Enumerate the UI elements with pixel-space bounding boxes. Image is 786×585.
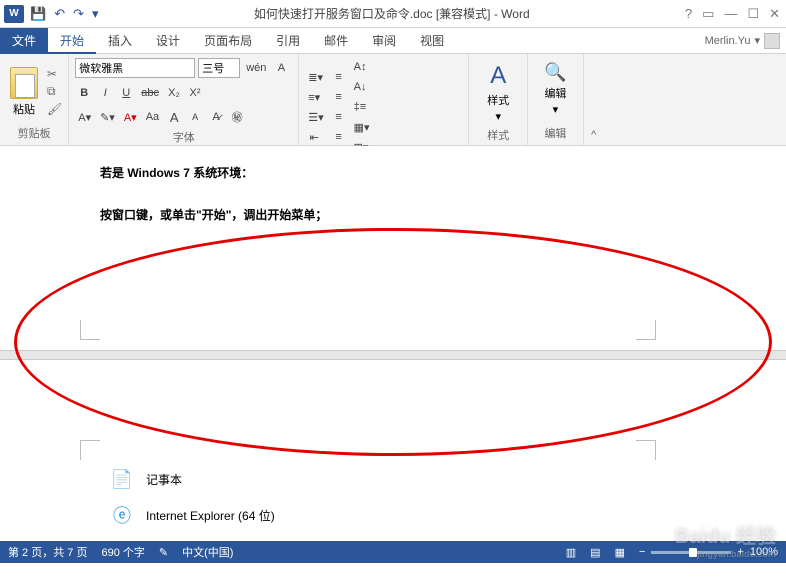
maximize-icon[interactable]: ☐ xyxy=(747,6,759,22)
user-name: Merlin.Yu xyxy=(705,35,751,47)
superscript-button[interactable]: X² xyxy=(186,84,204,102)
cut-icon[interactable]: ✂ xyxy=(47,67,62,81)
tab-mail[interactable]: 邮件 xyxy=(312,28,360,54)
chevron-down-icon: ▾ xyxy=(495,110,501,123)
char-border-button[interactable]: A xyxy=(272,59,290,77)
zoom-in-button[interactable]: + xyxy=(737,546,743,558)
doc-line-1: 若是 Windows 7 系统环境： xyxy=(100,164,253,181)
print-layout-view-icon[interactable]: ▥ xyxy=(566,546,576,559)
align-left-button[interactable]: ≡ xyxy=(330,68,348,86)
document-area[interactable]: 若是 Windows 7 系统环境： 按窗口键，或单击"开始"，调出开始菜单； … xyxy=(0,146,786,541)
tab-insert[interactable]: 插入 xyxy=(96,28,144,54)
align-right-button[interactable]: ≡ xyxy=(330,108,348,126)
text-direction-button[interactable]: A↕ xyxy=(351,58,370,76)
phonetic-guide-button[interactable]: wén xyxy=(243,59,269,77)
start-item-ie[interactable]: ⓔ Internet Explorer (64 位) xyxy=(100,497,360,533)
styles-icon: A xyxy=(490,62,506,90)
read-mode-view-icon[interactable]: ▤ xyxy=(590,546,600,559)
doc-line-2: 按窗口键，或单击"开始"，调出开始菜单； xyxy=(100,206,327,223)
web-layout-view-icon[interactable]: ▦ xyxy=(615,546,625,559)
font-group-label: 字体 xyxy=(75,129,292,145)
paste-button[interactable]: 粘贴 xyxy=(6,65,42,119)
minimize-icon[interactable]: — xyxy=(724,6,737,22)
styles-group-label: 样式 xyxy=(475,127,521,143)
clear-format-button[interactable]: A̷ xyxy=(207,108,225,126)
enclose-char-button[interactable]: ㊙ xyxy=(228,108,246,126)
italic-button[interactable]: I xyxy=(96,84,114,102)
edit-btn-label: 编辑 xyxy=(544,85,566,101)
redo-icon[interactable]: ↷ xyxy=(73,6,84,22)
format-painter-icon[interactable]: 🖌 xyxy=(47,102,62,116)
highlight-button[interactable]: ✎▾ xyxy=(97,108,118,126)
spellcheck-icon[interactable]: ✎ xyxy=(159,546,168,559)
window-title: 如何快速打开服务窗口及命令.doc [兼容模式] - Word xyxy=(99,5,685,22)
help-icon[interactable]: ? xyxy=(685,6,692,22)
word-count[interactable]: 690 个字 xyxy=(101,544,144,560)
styles-btn-label: 样式 xyxy=(487,92,509,108)
grow-font-button[interactable]: A xyxy=(165,108,183,126)
text-effects-button[interactable]: A▾ xyxy=(75,108,94,126)
ribbon-options-icon[interactable]: ▭ xyxy=(702,6,714,22)
undo-icon[interactable]: ↶ xyxy=(54,6,65,22)
justify-button[interactable]: ≡ xyxy=(330,128,348,146)
zoom-slider[interactable] xyxy=(651,551,731,554)
collapse-ribbon-icon[interactable]: ^ xyxy=(584,54,604,145)
underline-button[interactable]: U xyxy=(117,84,135,102)
multilevel-button[interactable]: ☰▾ xyxy=(305,108,326,126)
tab-layout[interactable]: 页面布局 xyxy=(192,28,264,54)
avatar-icon xyxy=(764,33,780,49)
notepad-icon: 📄 xyxy=(108,465,136,493)
start-item-notepad[interactable]: 📄 记事本 xyxy=(100,461,360,497)
binoculars-icon: 🔍 xyxy=(544,62,566,83)
clipboard-icon xyxy=(10,67,38,99)
user-dropdown-icon: ▾ xyxy=(754,34,760,47)
start-menu-list: 📄 记事本 ⓔ Internet Explorer (64 位) xyxy=(100,461,360,533)
font-family-select[interactable] xyxy=(75,58,195,78)
tab-review[interactable]: 审阅 xyxy=(360,28,408,54)
page-indicator[interactable]: 第 2 页，共 7 页 xyxy=(8,544,87,560)
user-account[interactable]: Merlin.Yu ▾ xyxy=(705,33,786,49)
close-icon[interactable]: ✕ xyxy=(769,6,780,22)
decrease-indent-button[interactable]: ⇤ xyxy=(305,128,323,146)
notepad-label: 记事本 xyxy=(146,471,182,488)
language-indicator[interactable]: 中文(中国) xyxy=(182,544,233,560)
zoom-out-button[interactable]: − xyxy=(639,546,645,558)
shading-button[interactable]: ▦▾ xyxy=(351,118,373,136)
margin-corner-icon xyxy=(636,440,656,460)
sort-button[interactable]: A↓ xyxy=(351,78,370,96)
styles-button[interactable]: A 样式 ▾ xyxy=(475,58,521,127)
font-color-button[interactable]: A▾ xyxy=(121,108,140,126)
paste-label: 粘贴 xyxy=(13,101,35,117)
ie-icon: ⓔ xyxy=(108,501,136,529)
align-center-button[interactable]: ≡ xyxy=(330,88,348,106)
tab-design[interactable]: 设计 xyxy=(144,28,192,54)
tab-file[interactable]: 文件 xyxy=(0,28,48,54)
subscript-button[interactable]: X₂ xyxy=(165,84,183,102)
clipboard-group-label: 剪贴板 xyxy=(6,125,62,141)
zoom-level[interactable]: 100% xyxy=(750,546,778,558)
tab-references[interactable]: 引用 xyxy=(264,28,312,54)
word-app-icon: W xyxy=(4,5,24,23)
page-1: 若是 Windows 7 系统环境： 按窗口键，或单击"开始"，调出开始菜单； xyxy=(0,146,786,351)
numbering-button[interactable]: ≡▾ xyxy=(305,88,323,106)
bullets-button[interactable]: ≣▾ xyxy=(305,68,326,86)
copy-icon[interactable]: ⧉ xyxy=(47,84,62,99)
font-size-select[interactable] xyxy=(198,58,240,78)
tab-home[interactable]: 开始 xyxy=(48,28,96,54)
margin-corner-icon xyxy=(80,440,100,460)
change-case-button[interactable]: Aa xyxy=(143,108,162,126)
chevron-down-icon: ▾ xyxy=(553,103,559,116)
margin-corner-icon xyxy=(636,320,656,340)
ie-label: Internet Explorer (64 位) xyxy=(146,507,275,524)
strikethrough-button[interactable]: abc xyxy=(138,84,162,102)
editing-group-label: 编辑 xyxy=(534,125,576,141)
line-spacing-button[interactable]: ‡≡ xyxy=(351,98,370,116)
bold-button[interactable]: B xyxy=(75,84,93,102)
save-icon[interactable]: 💾 xyxy=(30,6,46,22)
editing-button[interactable]: 🔍 编辑 ▾ xyxy=(534,58,576,120)
tab-view[interactable]: 视图 xyxy=(408,28,456,54)
margin-corner-icon xyxy=(80,320,100,340)
shrink-font-button[interactable]: A xyxy=(186,108,204,126)
